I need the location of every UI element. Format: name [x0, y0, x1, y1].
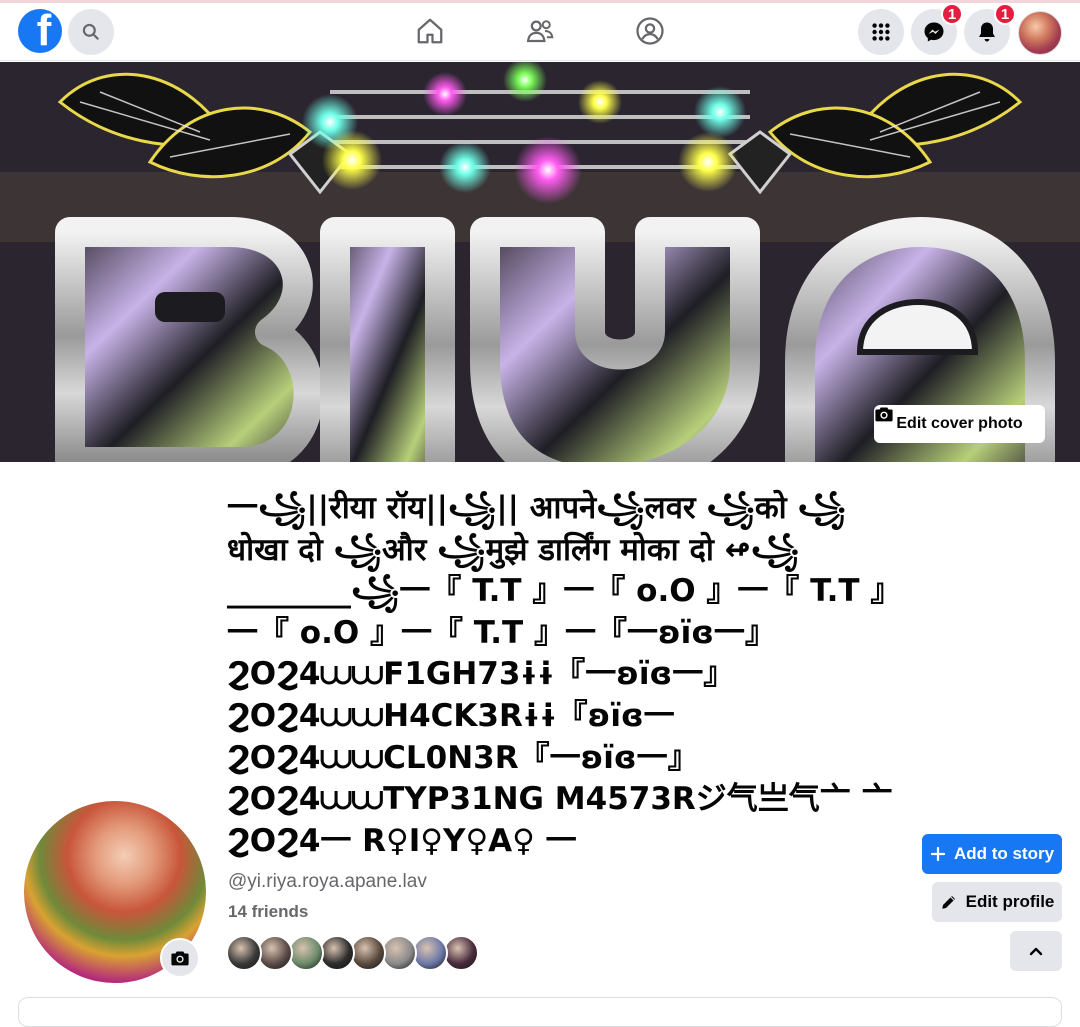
friend-avatar[interactable]	[443, 935, 479, 971]
friend-avatar[interactable]	[350, 935, 386, 971]
next-section-card	[18, 997, 1062, 1027]
friends-count[interactable]: 14 friends	[228, 902, 308, 922]
pencil-icon	[941, 896, 955, 909]
friends-icon	[526, 20, 554, 43]
add-to-story-label: Add to story	[953, 844, 1055, 863]
notifications-badge: 1	[994, 3, 1016, 25]
profile-username: @yi.riya.roya.apane.lav	[228, 871, 427, 892]
friend-avatar[interactable]	[288, 935, 324, 971]
friend-avatar[interactable]	[226, 935, 262, 971]
nav-profile[interactable]	[632, 13, 668, 49]
profile-circle-icon	[636, 17, 664, 45]
collapse-button[interactable]	[1010, 931, 1062, 971]
search-button[interactable]	[68, 9, 114, 55]
notifications-button[interactable]: 1	[964, 3, 1016, 55]
menu-button[interactable]	[858, 9, 904, 55]
chevron-up-icon	[1029, 947, 1043, 956]
plus-icon	[930, 846, 946, 862]
home-icon	[417, 18, 443, 44]
friend-avatar[interactable]	[412, 935, 448, 971]
update-profile-picture-button[interactable]	[160, 938, 200, 978]
cover-art	[0, 62, 1080, 462]
edit-profile-label: Edit profile	[965, 892, 1055, 911]
camera-icon	[171, 951, 189, 966]
edit-cover-photo-label: Edit cover photo	[896, 415, 1023, 432]
bell-icon	[979, 22, 995, 42]
camera-icon	[875, 407, 893, 422]
facebook-logo-letter: f	[36, 9, 52, 53]
add-to-story-button[interactable]: Add to story	[922, 834, 1062, 874]
facebook-logo[interactable]: f	[18, 9, 62, 53]
profile-name: 一꧁||रीया रॉय||꧁|| आपने꧁लवर ꧁को ꧁धोखा दो …	[227, 490, 893, 859]
messenger-icon	[924, 22, 944, 42]
messenger-button[interactable]: 1	[911, 3, 963, 55]
nav-friends[interactable]	[522, 13, 558, 49]
top-navbar: f 1 1	[0, 3, 1080, 61]
friend-avatar[interactable]	[257, 935, 293, 971]
nav-home[interactable]	[412, 13, 448, 49]
friend-avatar[interactable]	[381, 935, 417, 971]
messenger-badge: 1	[941, 3, 963, 25]
cover-photo[interactable]: Edit cover photo	[0, 62, 1080, 462]
edit-profile-button[interactable]: Edit profile	[932, 882, 1062, 922]
account-avatar[interactable]	[1018, 11, 1062, 55]
edit-cover-photo-button[interactable]: Edit cover photo	[874, 405, 1045, 443]
friend-avatar[interactable]	[319, 935, 355, 971]
search-icon	[82, 23, 99, 40]
grid-menu-icon	[872, 23, 890, 41]
